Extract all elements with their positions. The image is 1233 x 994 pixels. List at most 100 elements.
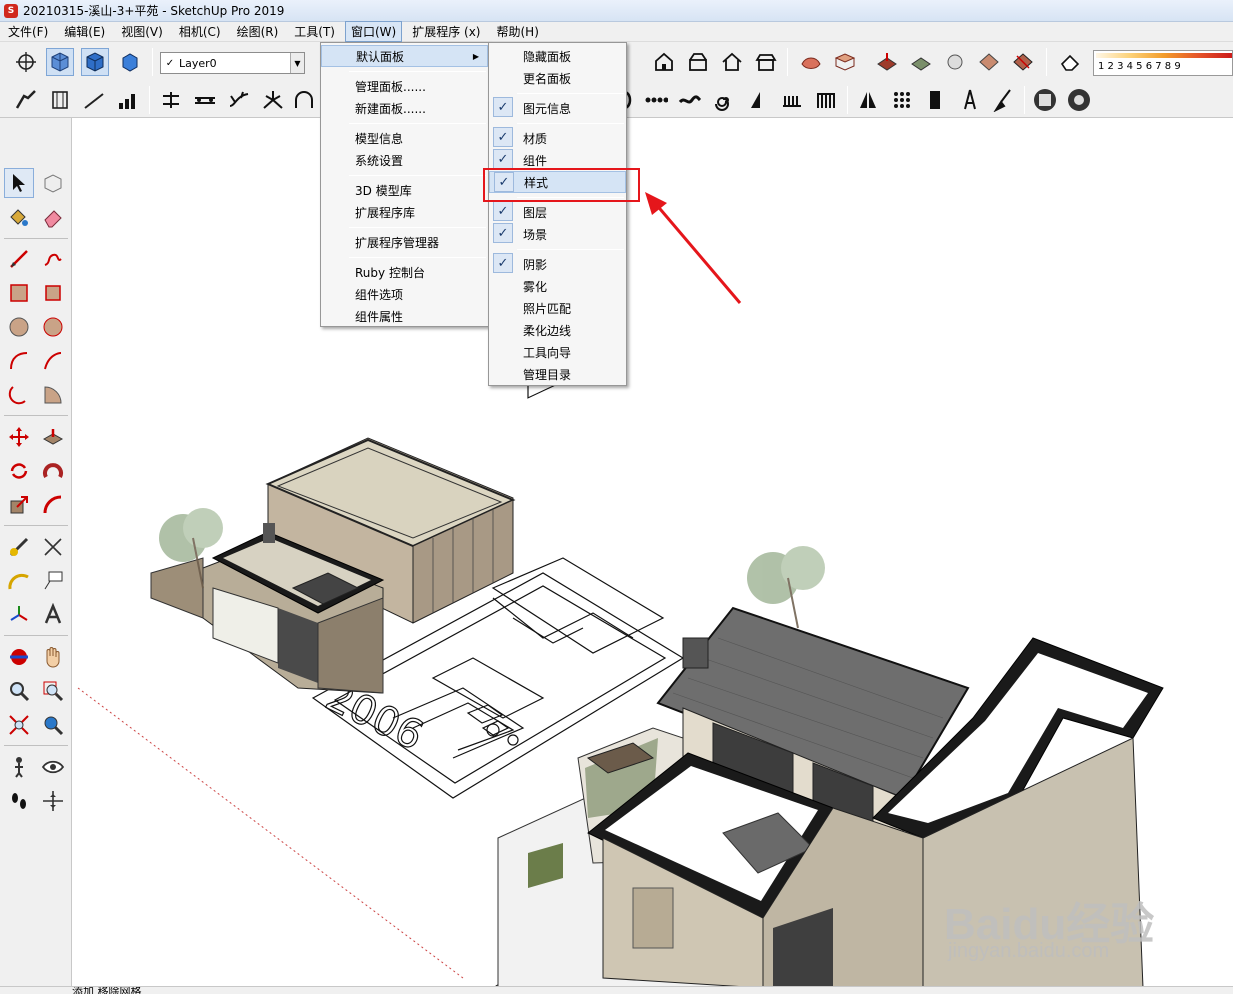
chevron-down-icon[interactable]: ▼ xyxy=(290,53,304,73)
three-point-arc-icon[interactable] xyxy=(4,380,34,410)
menu-camera[interactable]: 相机(C) xyxy=(173,21,227,42)
submenu-item-materials[interactable]: ✓ 材质 xyxy=(489,127,626,149)
colonnade-icon[interactable] xyxy=(812,86,840,114)
submenu-item-entity-info[interactable]: ✓ 图元信息 xyxy=(489,97,626,119)
tape-measure-icon[interactable] xyxy=(4,532,34,562)
offset-icon[interactable] xyxy=(38,490,68,520)
menu-item-extension-manager[interactable]: 扩展程序管理器 xyxy=(321,231,488,253)
sandbox-from-scratch-icon[interactable] xyxy=(831,48,859,76)
follow-me-icon[interactable] xyxy=(38,456,68,486)
zoom-extents-icon[interactable] xyxy=(4,710,34,740)
model-badge-icon[interactable] xyxy=(1031,86,1059,114)
menu-item-component-attributes[interactable]: 组件属性 xyxy=(321,305,488,327)
submenu-item-fog[interactable]: 雾化 xyxy=(489,275,626,297)
rectangle-icon[interactable] xyxy=(4,278,34,308)
section-plane-icon[interactable] xyxy=(38,786,68,816)
previous-view-icon[interactable] xyxy=(38,710,68,740)
house-top-icon[interactable] xyxy=(684,48,712,76)
menu-item-new-panel[interactable]: 新建面板...... xyxy=(321,97,488,119)
menu-item-manage-panels[interactable]: 管理面板...... xyxy=(321,75,488,97)
column-icon[interactable] xyxy=(46,86,74,114)
axes-icon[interactable] xyxy=(4,600,34,630)
box-component-icon[interactable] xyxy=(116,48,144,76)
menu-item-default-panels[interactable]: 默认面板 ▶ xyxy=(321,45,488,67)
bar-steps-icon[interactable] xyxy=(114,86,142,114)
dots-chain-icon[interactable] xyxy=(642,86,670,114)
stamp-icon[interactable] xyxy=(907,48,935,76)
submenu-item-layers[interactable]: ✓ 图层 xyxy=(489,201,626,223)
push-pull-icon[interactable] xyxy=(38,422,68,452)
menu-item-preferences[interactable]: 系统设置 xyxy=(321,149,488,171)
smoove-icon[interactable] xyxy=(873,48,901,76)
fork-icon[interactable] xyxy=(259,86,287,114)
scale-icon[interactable] xyxy=(4,490,34,520)
freehand-icon[interactable] xyxy=(38,244,68,274)
menu-extensions[interactable]: 扩展程序 (x) xyxy=(406,21,486,42)
shaded-box-icon[interactable] xyxy=(81,48,109,76)
house-front-icon[interactable] xyxy=(650,48,678,76)
zoom-window-icon[interactable] xyxy=(38,676,68,706)
settings-badge-icon[interactable] xyxy=(1065,86,1093,114)
branch-icon[interactable] xyxy=(225,86,253,114)
wave-icon[interactable] xyxy=(676,86,704,114)
polygon-icon[interactable] xyxy=(38,312,68,342)
compass-tool-icon[interactable] xyxy=(956,86,984,114)
menu-draw[interactable]: 绘图(R) xyxy=(231,21,285,42)
zoom-icon[interactable] xyxy=(4,676,34,706)
position-camera-icon[interactable] xyxy=(4,752,34,782)
pan-hand-icon[interactable] xyxy=(38,642,68,672)
rotated-rectangle-icon[interactable] xyxy=(38,278,68,308)
submenu-item-instructor[interactable]: 工具向导 xyxy=(489,341,626,363)
submenu-item-outliner[interactable]: 管理目录 xyxy=(489,363,626,385)
orbit-target-icon[interactable] xyxy=(12,48,40,76)
menu-tools[interactable]: 工具(T) xyxy=(288,21,341,42)
menu-edit[interactable]: 编辑(E) xyxy=(58,21,111,42)
panel-icon[interactable] xyxy=(922,86,950,114)
menu-item-3d-warehouse[interactable]: 3D 模型库 xyxy=(321,179,488,201)
stairs-icon[interactable] xyxy=(12,86,40,114)
menu-item-ruby-console[interactable]: Ruby 控制台 xyxy=(321,261,488,283)
fence-icon[interactable] xyxy=(191,86,219,114)
pie-icon[interactable] xyxy=(38,380,68,410)
grid-dots-icon[interactable] xyxy=(888,86,916,114)
submenu-item-hide-panels[interactable]: 隐藏面板 xyxy=(489,45,626,67)
text-label-icon[interactable] xyxy=(38,566,68,596)
menu-view[interactable]: 视图(V) xyxy=(115,21,169,42)
sail-icon[interactable] xyxy=(744,86,772,114)
menu-help[interactable]: 帮助(H) xyxy=(490,21,544,42)
layer-select[interactable]: ✓ Layer0 ▼ xyxy=(160,52,305,74)
submenu-item-shadows[interactable]: ✓ 阴影 xyxy=(489,253,626,275)
two-point-arc-icon[interactable] xyxy=(38,346,68,376)
menu-file[interactable]: 文件(F) xyxy=(2,21,54,42)
valve-icon[interactable] xyxy=(157,86,185,114)
arch-icon[interactable] xyxy=(290,86,318,114)
drape-icon[interactable] xyxy=(941,48,969,76)
submenu-item-match-photo[interactable]: 照片匹配 xyxy=(489,297,626,319)
paint-bucket-icon[interactable] xyxy=(4,202,34,232)
house-side-icon[interactable] xyxy=(752,48,780,76)
submenu-item-soften-edges[interactable]: 柔化边线 xyxy=(489,319,626,341)
comb-icon[interactable] xyxy=(778,86,806,114)
rotate-icon[interactable] xyxy=(4,456,34,486)
select-arrow-icon[interactable] xyxy=(4,168,34,198)
ramp-icon[interactable] xyxy=(80,86,108,114)
eraser-tag-icon[interactable] xyxy=(1056,48,1084,76)
eraser-icon[interactable] xyxy=(38,202,68,232)
flip-edge-icon[interactable] xyxy=(1009,48,1037,76)
model-viewport[interactable]: 2006 xyxy=(73,118,1233,988)
menu-item-extension-warehouse[interactable]: 扩展程序库 xyxy=(321,201,488,223)
dimension-icon[interactable] xyxy=(38,532,68,562)
move-icon[interactable] xyxy=(4,422,34,452)
walk-footprints-icon[interactable] xyxy=(4,786,34,816)
house-outline-icon[interactable] xyxy=(718,48,746,76)
menu-window[interactable]: 窗口(W) xyxy=(344,21,403,42)
add-detail-icon[interactable] xyxy=(975,48,1003,76)
look-around-eye-icon[interactable] xyxy=(38,752,68,782)
pencil-line-icon[interactable] xyxy=(4,244,34,274)
orbit-icon[interactable] xyxy=(4,642,34,672)
protractor-icon[interactable] xyxy=(4,566,34,596)
arc-icon[interactable] xyxy=(4,346,34,376)
menu-item-component-options[interactable]: 组件选项 xyxy=(321,283,488,305)
circle-icon[interactable] xyxy=(4,312,34,342)
submenu-item-scenes[interactable]: ✓ 场景 xyxy=(489,223,626,245)
